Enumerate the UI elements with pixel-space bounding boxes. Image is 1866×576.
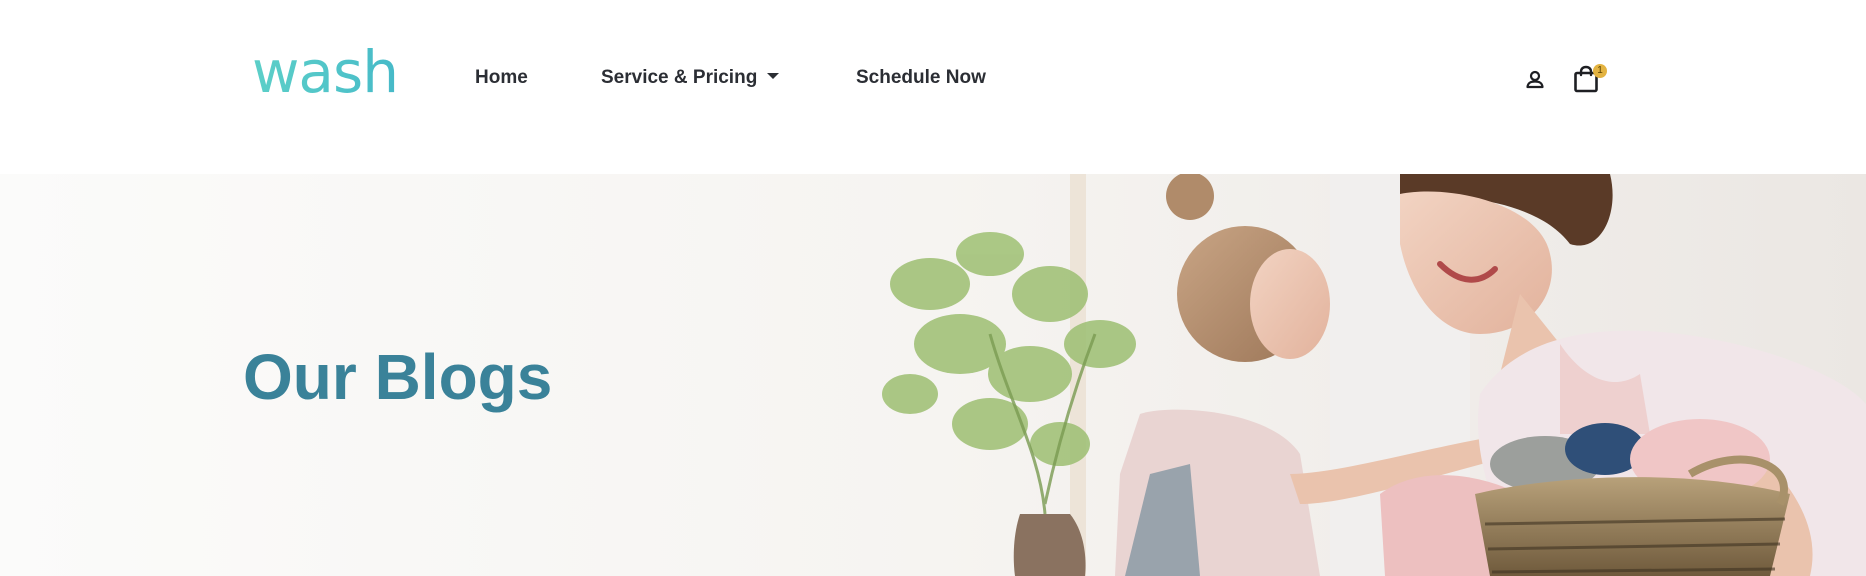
cart-count-badge: 1 bbox=[1593, 64, 1607, 78]
chevron-down-icon bbox=[767, 72, 780, 79]
hero-banner: Our Blogs bbox=[0, 174, 1866, 576]
site-header: wash Home Service & Pricing Schedule Now… bbox=[0, 0, 1866, 174]
nav-home[interactable]: Home bbox=[475, 64, 528, 92]
wash-logo[interactable]: wash bbox=[252, 43, 406, 101]
nav-schedule-now-label: Schedule Now bbox=[856, 67, 986, 88]
nav-home-label: Home bbox=[475, 67, 528, 88]
page-title: Our Blogs bbox=[243, 341, 553, 413]
nav-schedule-now[interactable]: Schedule Now bbox=[856, 64, 986, 92]
nav-service-pricing-label: Service & Pricing bbox=[601, 67, 758, 88]
user-icon[interactable] bbox=[1524, 70, 1546, 90]
nav-service-pricing[interactable]: Service & Pricing bbox=[601, 64, 780, 92]
